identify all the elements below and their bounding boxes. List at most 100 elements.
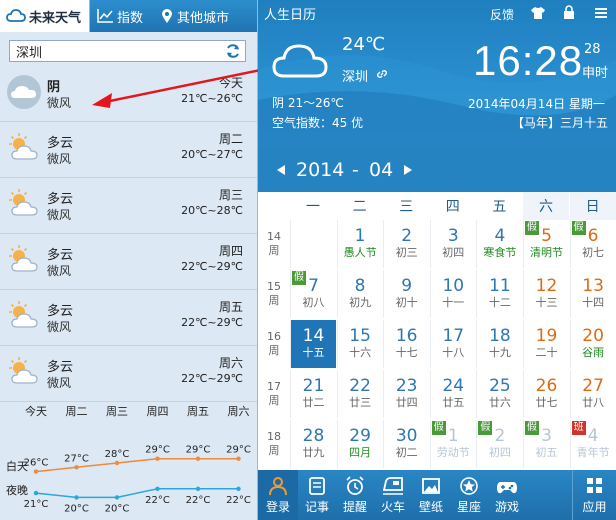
- lunar-day: 初九: [349, 296, 372, 309]
- weekday-header: 四: [429, 192, 476, 220]
- day-cell[interactable]: 28 廿九: [290, 420, 336, 468]
- day-cell[interactable]: 16 十七: [383, 320, 429, 368]
- day-cell[interactable]: 25 廿六: [476, 370, 522, 418]
- horoscope-button[interactable]: 星座: [450, 470, 488, 520]
- day-temp-point: [74, 465, 79, 470]
- link-icon[interactable]: [376, 68, 388, 80]
- air-quality[interactable]: 空气指数：45 优: [272, 114, 363, 131]
- night-temp-point: [33, 490, 39, 496]
- day-cell[interactable]: 6 初七假: [569, 220, 616, 268]
- lunar-day: 廿三: [349, 396, 372, 409]
- week-number-value: 16: [267, 330, 281, 343]
- forecast-row: 多云 微风 周五 22℃~29℃: [0, 290, 257, 346]
- day-cell[interactable]: 2 初三: [383, 220, 429, 268]
- current-city[interactable]: 深圳: [342, 66, 368, 85]
- tab-index[interactable]: 指数: [90, 0, 154, 32]
- day-cell[interactable]: 4 寒食节: [476, 220, 522, 268]
- wallpaper-button[interactable]: 壁纸: [412, 470, 450, 520]
- reminder-button[interactable]: 提醒: [336, 470, 374, 520]
- day-cell[interactable]: 14 十五: [290, 320, 336, 368]
- app-title: 人生日历: [264, 8, 317, 23]
- city-search-field[interactable]: 深圳: [9, 40, 246, 62]
- weather-tabs: 未来天气 指数 其他城市: [0, 0, 257, 32]
- day-cell[interactable]: 2 初四假: [476, 420, 522, 468]
- day-cell[interactable]: 1 劳动节假: [429, 420, 476, 468]
- day-cell[interactable]: 13 十四: [569, 270, 616, 318]
- lunar-day: 青年节: [576, 446, 610, 459]
- day-number: 18: [489, 326, 511, 346]
- day-cell[interactable]: 17 十八: [429, 320, 476, 368]
- day-cell[interactable]: 7 初八假: [290, 270, 336, 318]
- day-cell[interactable]: 10 十一: [429, 270, 476, 318]
- lunar-day: 寒食节: [483, 246, 517, 259]
- lock-icon[interactable]: [563, 5, 575, 20]
- day-number: 22: [349, 376, 371, 396]
- trend-day-name: 周三: [106, 405, 128, 418]
- day-cell[interactable]: 9 初十: [383, 270, 429, 318]
- day-temp-label: 29°C: [226, 445, 251, 456]
- day-cell[interactable]: 3 初五假: [523, 420, 569, 468]
- menu-icon[interactable]: [594, 7, 608, 19]
- partly-cloudy-icon: [9, 301, 38, 328]
- day-cell[interactable]: 5 清明节假: [523, 220, 569, 268]
- day-cell[interactable]: 1 愚人节: [336, 220, 383, 268]
- feedback-link[interactable]: 反馈: [490, 6, 514, 23]
- day-cell[interactable]: 24 廿五: [429, 370, 476, 418]
- tab-other-cities[interactable]: 其他城市: [154, 0, 257, 32]
- note-icon: [309, 477, 325, 495]
- lunar-day: 谷雨: [582, 346, 605, 359]
- day-number: 24: [442, 376, 465, 396]
- skin-icon[interactable]: [530, 6, 546, 20]
- day-cell[interactable]: 12 十三: [523, 270, 569, 318]
- apps-button[interactable]: 应用: [572, 470, 616, 520]
- day-number: 11: [489, 276, 511, 296]
- week-suffix: 周: [268, 244, 280, 257]
- day-cell[interactable]: 19 二十: [523, 320, 569, 368]
- lunar-day: 初三: [395, 246, 418, 259]
- train-button[interactable]: 火车: [374, 470, 412, 520]
- day-cell[interactable]: 21 廿二: [290, 370, 336, 418]
- day-number: 9: [401, 276, 413, 296]
- day-cell[interactable]: 20 谷雨: [569, 320, 616, 368]
- wallpaper-icon: [422, 478, 440, 494]
- prev-month-icon[interactable]: [276, 164, 286, 176]
- refresh-icon[interactable]: [225, 43, 241, 59]
- condition-text: 多云: [47, 248, 74, 263]
- day-cell[interactable]: 4 青年节班: [569, 420, 616, 468]
- night-temp-label: 22°C: [226, 495, 251, 506]
- wind-text: 微风: [47, 264, 72, 278]
- user-icon: [269, 477, 287, 496]
- note-button[interactable]: 记事: [298, 470, 336, 520]
- day-cell[interactable]: 15 十六: [336, 320, 383, 368]
- next-month-icon[interactable]: [403, 164, 413, 176]
- day-cell[interactable]: 27 廿八: [569, 370, 616, 418]
- partly-cloudy-icon: [9, 133, 38, 160]
- day-cell[interactable]: 23 廿四: [383, 370, 429, 418]
- day-cell[interactable]: 22 廿三: [336, 370, 383, 418]
- night-temp-label: 22°C: [186, 495, 211, 506]
- lunar-day: 廿六: [488, 396, 511, 409]
- nav-year[interactable]: 2014: [296, 159, 344, 181]
- games-button[interactable]: 游戏: [488, 470, 526, 520]
- day-cell[interactable]: 26 廿七: [523, 370, 569, 418]
- day-temp-label: 29°C: [145, 445, 170, 456]
- day-cell[interactable]: 11 十二: [476, 270, 522, 318]
- tab-forecast[interactable]: 未来天气: [0, 0, 90, 32]
- night-series-label: 夜晚: [6, 484, 28, 497]
- nav-month[interactable]: 04: [369, 159, 393, 181]
- login-button[interactable]: 登录: [258, 470, 298, 520]
- day-cell[interactable]: 29 四月: [336, 420, 383, 468]
- lunar-day: 十九: [488, 346, 511, 359]
- day-cell[interactable]: 30 初二: [383, 420, 429, 468]
- day-cell[interactable]: 8 初九: [336, 270, 383, 318]
- chart-icon: [97, 9, 113, 23]
- day-cell[interactable]: 3 初四: [429, 220, 476, 268]
- calendar-header: 人生日历 反馈 24℃ 深圳 16:28 28 申时 阴 21～26℃ 空气指数…: [258, 0, 616, 147]
- weekday-header: 日: [569, 192, 616, 220]
- week-number-value: 14: [267, 230, 281, 243]
- lunar-day: 十一: [442, 296, 465, 309]
- night-temp-point: [114, 495, 120, 500]
- day-cell[interactable]: 18 十九: [476, 320, 522, 368]
- day-temp-point: [155, 456, 160, 461]
- day-number: 28: [302, 426, 325, 446]
